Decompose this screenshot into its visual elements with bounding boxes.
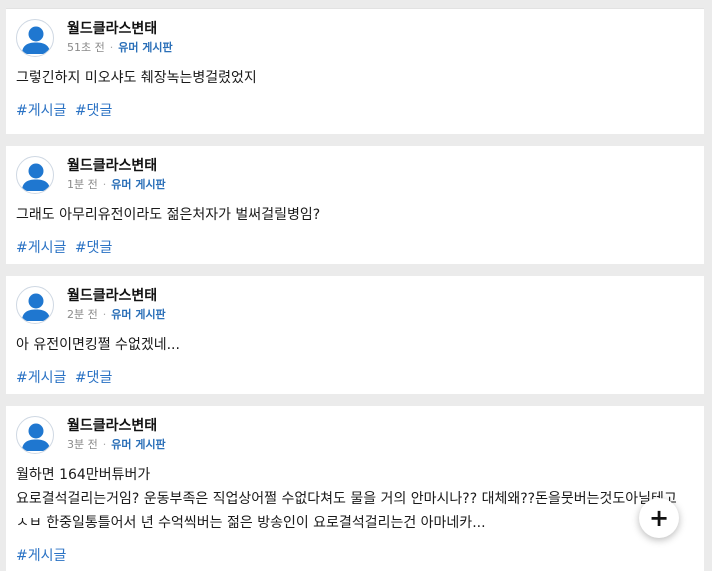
board-link[interactable]: 유머 게시판 <box>111 178 165 191</box>
tag-post[interactable]: #게시글 <box>16 103 66 119</box>
author-name[interactable]: 월드클라스변태 <box>67 287 166 305</box>
tag-list: #게시글 #댓글 <box>16 238 694 258</box>
board-link[interactable]: 유머 게시판 <box>118 41 172 54</box>
comment-card[interactable]: 월드클라스변태 1분 전 · 유머 게시판 그래도 아무리유전이라도 젊은처자가 벌… <box>6 146 704 264</box>
tag-post[interactable]: #게시글 <box>16 548 66 564</box>
avatar[interactable] <box>16 286 54 324</box>
board-link[interactable]: 유머 게시판 <box>111 438 165 451</box>
comment-header: 월드클라스변태 3분 전 · 유머 게시판 <box>16 416 694 460</box>
separator-dot: · <box>102 438 107 451</box>
comment-header: 월드클라스변태 51초 전 · 유머 게시판 <box>16 19 694 63</box>
avatar[interactable] <box>16 416 54 454</box>
comment-header: 월드클라스변태 1분 전 · 유머 게시판 <box>16 156 694 200</box>
avatar[interactable] <box>16 156 54 194</box>
comment-card[interactable]: 월드클라스변태 51초 전 · 유머 게시판 그렇긴하지 미오샤도 췌장녹는병걸렸었… <box>6 8 704 134</box>
comment-text: 그렇긴하지 미오샤도 췌장녹는병걸렸었지 <box>16 70 257 86</box>
author-name[interactable]: 월드클라스변태 <box>67 20 173 38</box>
tag-list: #게시글 #댓글 <box>16 368 694 388</box>
board-link[interactable]: 유머 게시판 <box>111 308 165 321</box>
comment-header: 월드클라스변태 2분 전 · 유머 게시판 <box>16 286 694 330</box>
tag-post[interactable]: #게시글 <box>16 370 66 386</box>
tag-list: #게시글 <box>16 546 694 566</box>
post-time: 2분 전 <box>67 308 98 321</box>
write-fab-button[interactable]: + <box>639 498 679 538</box>
comment-feed: 월드클라스변태 51초 전 · 유머 게시판 그렇긴하지 미오샤도 췌장녹는병걸렸었… <box>6 0 704 571</box>
user-silhouette-icon <box>22 423 50 451</box>
plus-icon: + <box>648 504 670 532</box>
post-time: 1분 전 <box>67 178 98 191</box>
separator-dot: · <box>102 178 107 191</box>
tag-comment[interactable]: #댓글 <box>75 103 113 119</box>
comment-text: 월하면 164만버튜버가 요로결석걸리는거임? 운동부족은 직업상어쩔 수없다쳐… <box>16 467 677 531</box>
comment-text: 아 유전이면킹쩔 수없겠네... <box>16 337 180 353</box>
post-time: 51초 전 <box>67 41 105 54</box>
tag-comment[interactable]: #댓글 <box>75 240 113 256</box>
tag-comment[interactable]: #댓글 <box>75 370 113 386</box>
tag-post[interactable]: #게시글 <box>16 240 66 256</box>
separator-dot: · <box>102 308 107 321</box>
author-name[interactable]: 월드클라스변태 <box>67 417 166 435</box>
comment-text: 그래도 아무리유전이라도 젊은처자가 벌써걸릴병임? <box>16 207 321 223</box>
avatar[interactable] <box>16 19 54 57</box>
user-silhouette-icon <box>22 26 50 54</box>
tag-list: #게시글 #댓글 <box>16 101 694 121</box>
comment-card[interactable]: 월드클라스변태 2분 전 · 유머 게시판 아 유전이면킹쩔 수없겠네... #게시… <box>6 276 704 394</box>
author-name[interactable]: 월드클라스변태 <box>67 157 166 175</box>
user-silhouette-icon <box>22 163 50 191</box>
separator-dot: · <box>109 41 114 54</box>
user-silhouette-icon <box>22 293 50 321</box>
post-time: 3분 전 <box>67 438 98 451</box>
comment-card[interactable]: 월드클라스변태 3분 전 · 유머 게시판 월하면 164만버튜버가 요로결석걸리는… <box>6 406 704 571</box>
